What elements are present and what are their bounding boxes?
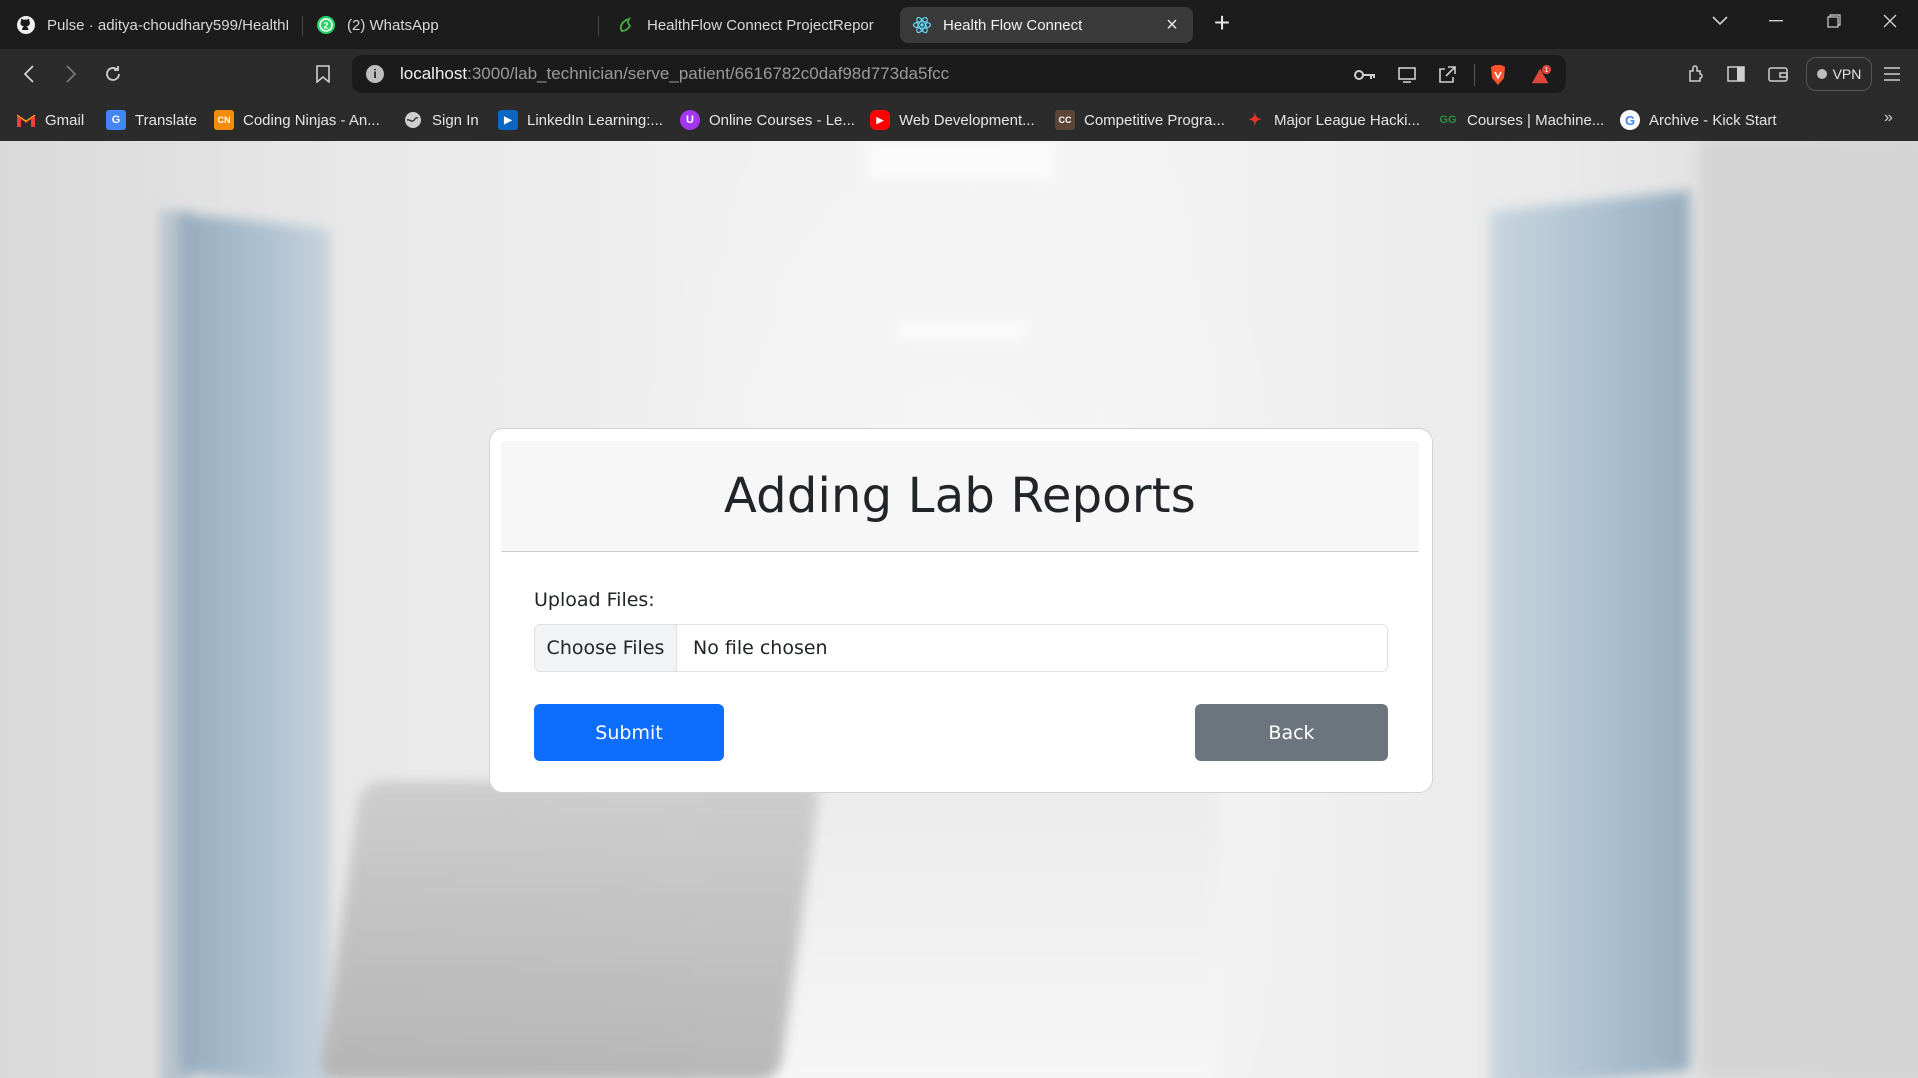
bookmark-gmail[interactable]: Gmail xyxy=(16,108,84,132)
close-window-icon[interactable] xyxy=(1870,6,1910,36)
overleaf-icon xyxy=(616,15,636,35)
vpn-label: VPN xyxy=(1832,66,1862,82)
browser-toolbar: i localhost:3000/lab_technician/serve_pa… xyxy=(0,49,1918,99)
tab-github[interactable]: Pulse · aditya-choudhary599/HealthF xyxy=(4,7,300,43)
bookmark-label: Major League Hacki... xyxy=(1274,111,1420,129)
tab-title: HealthFlow Connect ProjectReport - xyxy=(647,16,874,34)
bookmark-label: LinkedIn Learning:... xyxy=(527,111,663,129)
linkedin-learning-icon: ▶ xyxy=(498,110,518,130)
page-title: Adding Lab Reports xyxy=(723,468,1197,524)
bookmark-label: Online Courses - Le... xyxy=(709,111,855,129)
gmail-icon xyxy=(16,110,36,130)
site-info-icon[interactable]: i xyxy=(366,65,384,83)
bookmark-udemy[interactable]: U Online Courses - Le... xyxy=(680,108,855,132)
brave-rewards-icon[interactable]: 1 xyxy=(1530,64,1552,86)
globe-icon xyxy=(403,110,423,130)
bookmark-youtube[interactable]: ▶ Web Development... xyxy=(870,108,1035,132)
bookmark-label: Web Development... xyxy=(899,111,1035,129)
upload-files-label: Upload Files: xyxy=(534,589,655,611)
vpn-status-icon xyxy=(1816,69,1827,79)
reload-icon[interactable] xyxy=(98,59,128,89)
forward-arrow-icon[interactable] xyxy=(56,59,86,89)
bookmarks-bar: Gmail G Translate CN Coding Ninjas - An.… xyxy=(0,99,1918,141)
mlh-icon: ✦ xyxy=(1248,112,1262,129)
translate-icon: G xyxy=(106,110,126,130)
bookmark-label: Competitive Progra... xyxy=(1084,111,1225,129)
react-icon xyxy=(912,15,932,35)
restore-icon[interactable] xyxy=(1814,6,1854,36)
background-door-left xyxy=(180,213,330,1078)
youtube-icon: ▶ xyxy=(870,110,890,130)
codechef-icon: CC xyxy=(1055,110,1075,130)
gfg-icon: GG xyxy=(1439,114,1457,126)
background-door-right xyxy=(1490,190,1690,1078)
wallet-icon[interactable] xyxy=(1766,62,1790,86)
background-hospital-bed xyxy=(318,781,822,1078)
card-header: Adding Lab Reports xyxy=(501,441,1419,552)
toolbar-divider xyxy=(1474,64,1475,86)
url-host: localhost xyxy=(400,64,468,83)
tab-title: (2) WhatsApp xyxy=(347,16,439,34)
bookmark-codechef[interactable]: CC Competitive Progra... xyxy=(1055,108,1225,132)
browser-tab-strip: Pulse · aditya-choudhary599/HealthF 2 (2… xyxy=(0,0,1918,49)
bookmark-label: Archive - Kick Start xyxy=(1649,111,1777,129)
url-path: :3000/lab_technician/serve_patient/66167… xyxy=(467,64,950,83)
vpn-button[interactable]: VPN xyxy=(1806,57,1872,91)
bookmark-gfg[interactable]: GG Courses | Machine... xyxy=(1438,108,1604,132)
background-ceiling-light xyxy=(866,141,1056,181)
tab-separator xyxy=(598,16,599,36)
address-bar[interactable]: i localhost:3000/lab_technician/serve_pa… xyxy=(352,55,1566,93)
tab-separator xyxy=(302,16,303,36)
file-upload-input[interactable]: Choose Files No file chosen xyxy=(534,624,1388,672)
bookmark-translate[interactable]: G Translate xyxy=(106,108,197,132)
svg-text:1: 1 xyxy=(1544,65,1548,74)
background-ceiling-light xyxy=(896,321,1026,339)
address-url[interactable]: localhost:3000/lab_technician/serve_pati… xyxy=(400,64,949,84)
extensions-icon[interactable] xyxy=(1684,62,1708,86)
udemy-icon: U xyxy=(680,110,700,130)
new-tab-button[interactable]: + xyxy=(1208,9,1236,38)
sidebar-toggle-icon[interactable] xyxy=(1724,62,1748,86)
bookmark-coding-ninjas[interactable]: CN Coding Ninjas - An... xyxy=(214,108,380,132)
back-arrow-icon[interactable] xyxy=(14,59,44,89)
coding-ninjas-icon: CN xyxy=(214,110,234,130)
key-icon[interactable] xyxy=(1354,64,1376,86)
bookmark-linkedin-learning[interactable]: ▶ LinkedIn Learning:... xyxy=(498,108,663,132)
background-wall xyxy=(1700,141,1918,1078)
submit-button[interactable]: Submit xyxy=(534,704,724,761)
bookmark-mlh[interactable]: ✦ Major League Hacki... xyxy=(1245,108,1420,132)
tab-whatsapp[interactable]: 2 (2) WhatsApp xyxy=(304,7,594,43)
github-icon xyxy=(16,15,36,35)
svg-text:2: 2 xyxy=(323,21,328,31)
bookmark-label: Translate xyxy=(135,111,197,129)
minimize-icon[interactable] xyxy=(1756,6,1796,36)
cast-icon[interactable] xyxy=(1396,64,1418,86)
file-status-text: No file chosen xyxy=(693,637,828,659)
back-button[interactable]: Back xyxy=(1195,704,1388,761)
share-icon[interactable] xyxy=(1436,64,1458,86)
close-tab-icon[interactable]: × xyxy=(1163,15,1181,35)
tab-health-flow-connect[interactable]: Health Flow Connect × xyxy=(900,7,1193,43)
whatsapp-icon: 2 xyxy=(316,15,336,35)
tab-search-chevron-icon[interactable] xyxy=(1700,6,1740,36)
tab-title: Pulse · aditya-choudhary599/HealthF xyxy=(47,16,288,34)
bookmark-label: Coding Ninjas - An... xyxy=(243,111,380,129)
more-bookmarks-icon[interactable]: » xyxy=(1884,109,1893,127)
lab-report-card: Adding Lab Reports Upload Files: Choose … xyxy=(489,428,1433,793)
bookmark-label: Sign In xyxy=(432,111,479,129)
tab-project-report[interactable]: HealthFlow Connect ProjectReport - xyxy=(604,7,886,43)
bookmark-icon[interactable] xyxy=(308,59,338,89)
menu-icon[interactable] xyxy=(1880,62,1904,86)
tab-title: Health Flow Connect xyxy=(943,16,1083,34)
bookmark-label: Courses | Machine... xyxy=(1467,111,1605,129)
bookmark-kick-start[interactable]: G Archive - Kick Start xyxy=(1620,108,1777,132)
bookmark-sign-in[interactable]: Sign In xyxy=(403,108,479,132)
google-icon: G xyxy=(1620,110,1640,130)
choose-files-button[interactable]: Choose Files xyxy=(535,625,677,671)
brave-shield-icon[interactable] xyxy=(1487,64,1509,86)
bookmark-label: Gmail xyxy=(45,111,85,129)
